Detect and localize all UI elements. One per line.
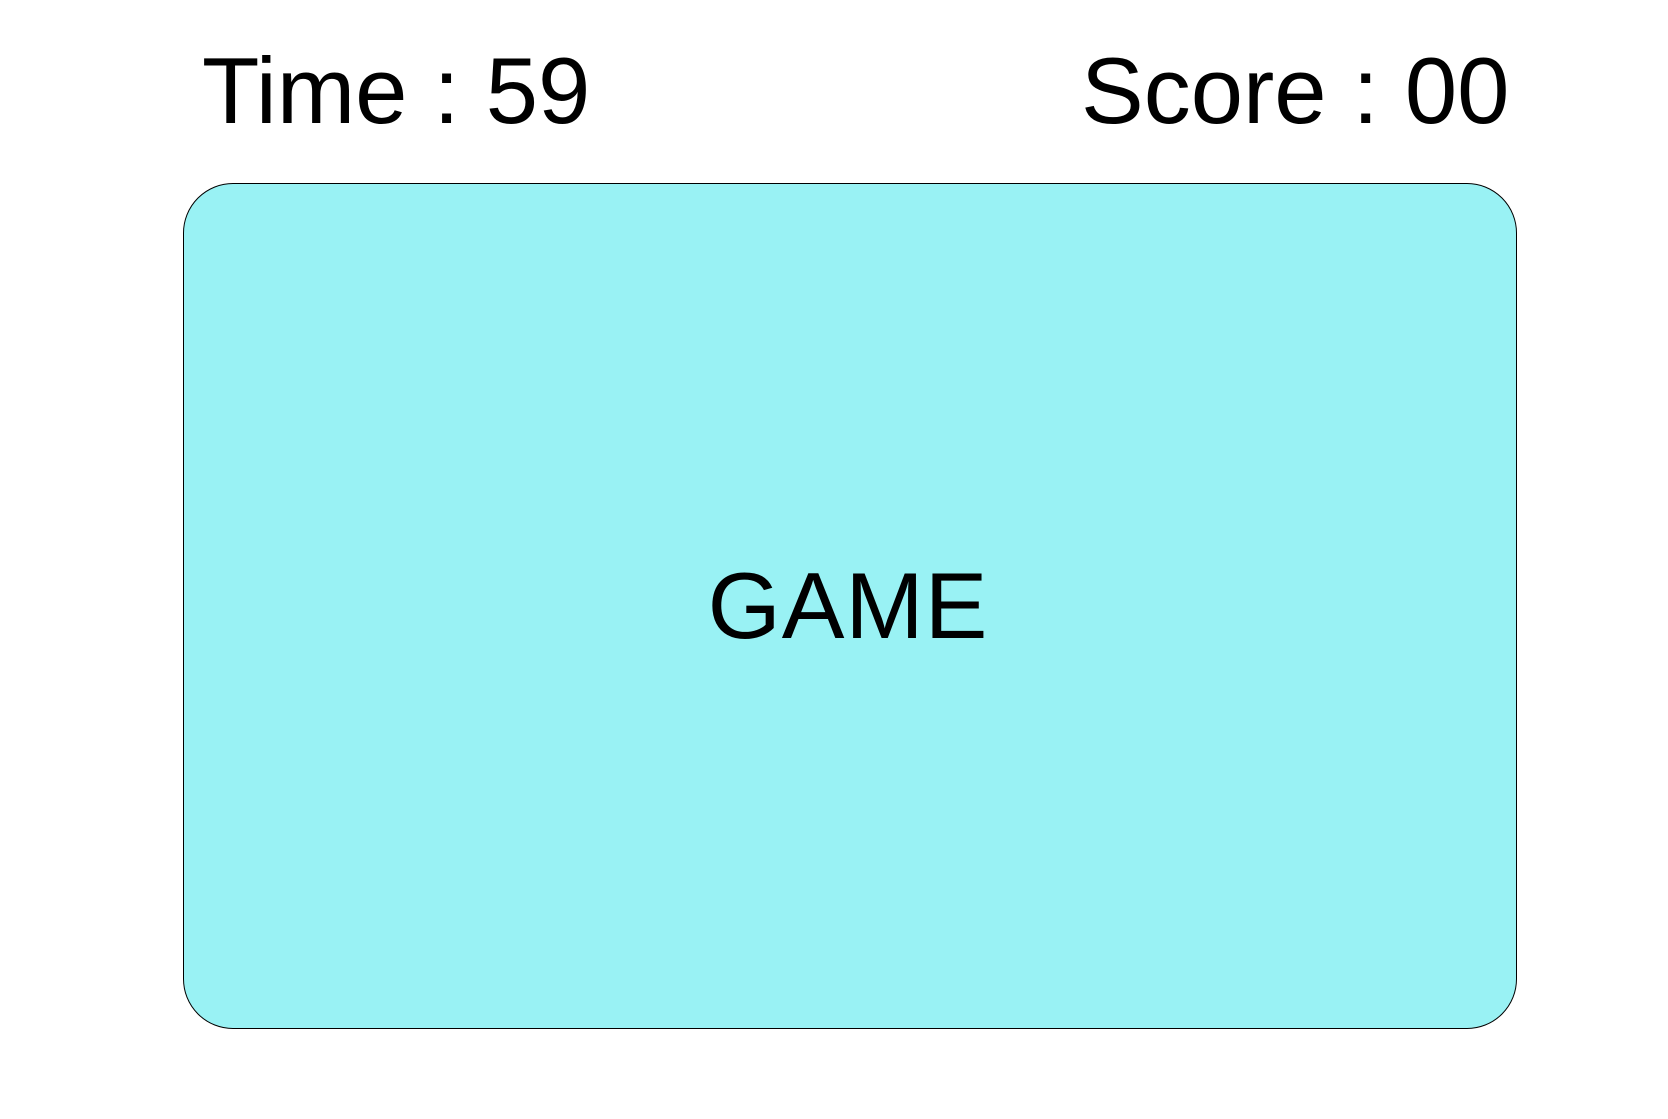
game-label: GAME [707, 553, 989, 658]
game-board[interactable]: GAME [183, 183, 1517, 1029]
score-display: Score : 00 [1081, 38, 1510, 143]
time-display: Time : 59 [202, 38, 591, 143]
